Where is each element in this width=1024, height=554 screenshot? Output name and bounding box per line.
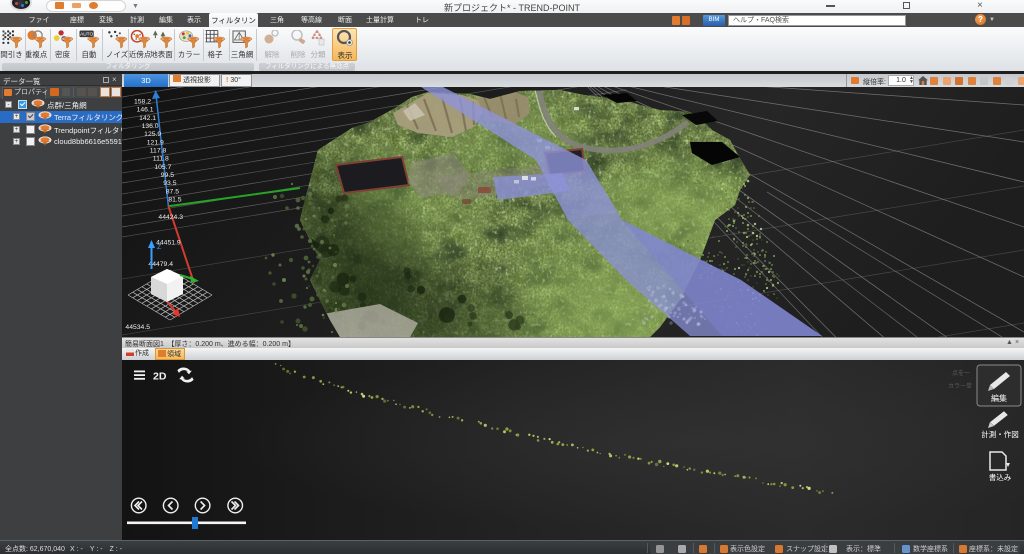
svg-text:44534.5: 44534.5 bbox=[125, 324, 150, 331]
svg-text:93.5: 93.5 bbox=[163, 180, 176, 187]
svg-text:146.1: 146.1 bbox=[137, 107, 154, 114]
svg-text:44424.3: 44424.3 bbox=[158, 214, 183, 221]
svg-text:書込み: 書込み bbox=[989, 472, 1012, 482]
svg-text:計測・作図: 計測・作図 bbox=[981, 429, 1019, 439]
svg-text:158.2: 158.2 bbox=[134, 99, 151, 106]
svg-text:編集: 編集 bbox=[991, 393, 1007, 403]
svg-text:105.7: 105.7 bbox=[154, 164, 171, 171]
svg-text:点を一: 点を一 bbox=[952, 369, 970, 377]
svg-text:AUTO: AUTO bbox=[80, 32, 93, 38]
svg-text:136.0: 136.0 bbox=[142, 123, 159, 130]
svg-text:87.5: 87.5 bbox=[166, 188, 179, 195]
svg-text:117.8: 117.8 bbox=[150, 148, 167, 155]
svg-text:121.9: 121.9 bbox=[147, 139, 164, 146]
svg-text:99.5: 99.5 bbox=[161, 172, 174, 179]
svg-text:111.8: 111.8 bbox=[153, 156, 169, 163]
svg-text:カラー単: カラー単 bbox=[948, 382, 972, 390]
svg-text:81.5: 81.5 bbox=[168, 196, 181, 203]
svg-text:2D: 2D bbox=[153, 371, 167, 383]
svg-text:125.9: 125.9 bbox=[144, 131, 161, 138]
svg-text:142.1: 142.1 bbox=[139, 115, 156, 122]
svg-text:Z: Z bbox=[157, 244, 162, 251]
